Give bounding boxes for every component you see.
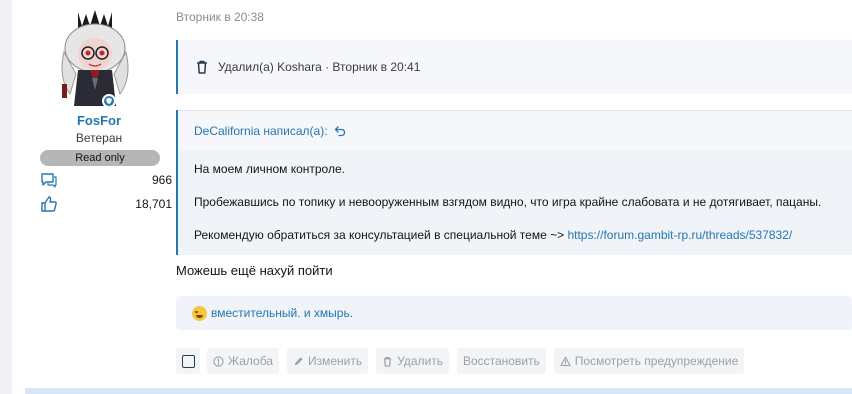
delete-label: Удалить xyxy=(397,354,443,368)
restore-button[interactable]: Восстановить xyxy=(456,348,546,374)
edit-button[interactable]: Изменить xyxy=(286,348,369,374)
messages-count: 966 xyxy=(151,173,172,187)
post-actions: Жалоба Изменить Удалить Восстановить Пос… xyxy=(176,348,752,374)
user-info-column: FosFor Ветеран Read only 966 18,701 xyxy=(26,0,172,394)
report-label: Жалоба xyxy=(228,354,273,368)
user-banner: Read only xyxy=(40,150,160,166)
delete-button[interactable]: Удалить xyxy=(376,348,449,374)
message-column: Вторник в 20:38 Удалил(а) Koshara · Втор… xyxy=(176,0,852,394)
reactions-users[interactable]: вместительный. и хмырь. xyxy=(211,306,353,320)
deleted-notice-text: Удалил(а) Koshara · Вторник в 20:41 xyxy=(218,60,421,74)
quote-line: На моем личном контроле. xyxy=(194,162,345,176)
deleted-notice: Удалил(а) Koshara · Вторник в 20:41 xyxy=(176,40,852,94)
edit-label: Изменить xyxy=(307,354,363,368)
view-warning-button[interactable]: Посмотреть предупреждение xyxy=(553,348,745,374)
warning-icon xyxy=(560,356,571,366)
quote-line-text: Рекомендую обратиться за консультацией в… xyxy=(194,228,568,242)
select-post-checkbox[interactable] xyxy=(176,348,200,374)
view-warning-label: Посмотреть предупреждение xyxy=(574,354,739,368)
avatar-image xyxy=(61,10,129,106)
info-icon xyxy=(213,355,224,367)
restore-label: Восстановить xyxy=(462,354,540,368)
thumbs-up-icon xyxy=(41,196,57,212)
quote-line: Пробежавшись по топику и невооруженным в… xyxy=(194,195,822,209)
laughing-emoji-icon xyxy=(192,305,207,321)
user-title: Ветеран xyxy=(75,131,123,145)
quote-author[interactable]: DeCalifornia написал(а): xyxy=(194,124,328,138)
reactions-bar[interactable]: вместительный. и хмырь. xyxy=(176,296,852,330)
reactions-count: 18,701 xyxy=(135,197,172,211)
quote-body: На моем личном контроле. Пробежавшись по… xyxy=(178,150,852,255)
jump-to-quote-icon[interactable] xyxy=(334,125,346,137)
username[interactable]: FosFor xyxy=(26,113,172,128)
thread-link[interactable]: https://forum.gambit-rp.ru/threads/53783… xyxy=(567,228,792,242)
checkbox-icon xyxy=(181,354,195,368)
next-post-edge xyxy=(25,388,852,394)
quote-header: DeCalifornia написал(а): xyxy=(178,110,852,150)
quote-line: Рекомендую обратиться за консультацией в… xyxy=(194,228,792,242)
quote-block: DeCalifornia написал(а): На моем личном … xyxy=(176,110,852,255)
trash-icon xyxy=(197,60,207,74)
messages-stat: 966 xyxy=(40,170,172,190)
staff-badge-icon xyxy=(102,94,116,108)
post-body: Можешь ещё нахуй пойти xyxy=(176,263,333,278)
report-button[interactable]: Жалоба xyxy=(207,348,279,374)
reactions-stat: 18,701 xyxy=(40,194,172,214)
trash-icon xyxy=(383,356,392,367)
avatar[interactable] xyxy=(56,8,134,108)
pencil-icon xyxy=(294,356,303,365)
post-date[interactable]: Вторник в 20:38 xyxy=(176,10,264,24)
messages-icon xyxy=(41,173,57,188)
